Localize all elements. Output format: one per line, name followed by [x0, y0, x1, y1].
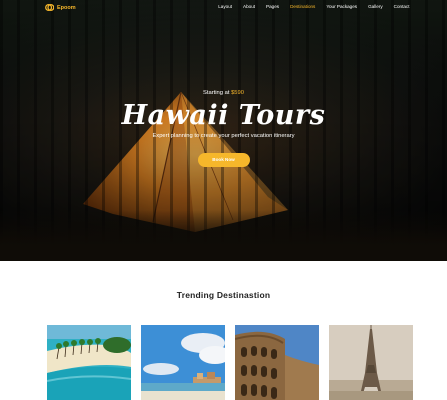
brand-logo[interactable]: Epoom — [45, 3, 76, 12]
nav-menu: Layout About Pages Destinations Your Pac… — [213, 4, 415, 9]
tropical-beach-photo — [47, 325, 131, 400]
starting-label: Starting at — [203, 90, 230, 96]
hero-banner: Epoom Layout About Pages Destinations Yo… — [0, 0, 447, 261]
eiffel-tower-photo — [329, 325, 413, 400]
nav-link-your-packages[interactable]: Your Packages — [321, 4, 363, 9]
nav-link-layout[interactable]: Layout — [213, 4, 238, 9]
section-title: Trending Destinastion — [176, 290, 271, 300]
nav-link-contact[interactable]: Contact — [388, 4, 415, 9]
hero-content: Starting at $590 Hawaii Tours Expert pla… — [0, 90, 447, 167]
price-value: $590 — [231, 90, 244, 96]
destination-card-coast[interactable] — [141, 325, 225, 400]
nav-link-about[interactable]: About — [238, 4, 261, 9]
top-navbar: Epoom Layout About Pages Destinations Yo… — [0, 0, 447, 16]
destination-card-eiffel[interactable] — [329, 325, 413, 400]
colosseum-photo — [235, 325, 319, 400]
destination-card-colosseum[interactable] — [235, 325, 319, 400]
destination-card-beach[interactable] — [47, 325, 131, 400]
book-now-button[interactable]: Book Now — [197, 153, 250, 167]
brand-name: Epoom — [57, 4, 76, 11]
nav-link-destinations[interactable]: Destinations — [285, 4, 321, 9]
starting-price: Starting at $590 — [0, 90, 447, 96]
nav-link-gallery[interactable]: Gallery — [363, 4, 389, 9]
coastal-city-photo — [141, 325, 225, 400]
logo-icon — [45, 3, 54, 12]
hero-subtitle: Expert planning to create your perfect v… — [152, 133, 295, 139]
nav-link-pages[interactable]: Pages — [261, 4, 285, 9]
destination-cards — [47, 325, 415, 400]
hero-title: Hawaii Tours — [121, 100, 326, 131]
